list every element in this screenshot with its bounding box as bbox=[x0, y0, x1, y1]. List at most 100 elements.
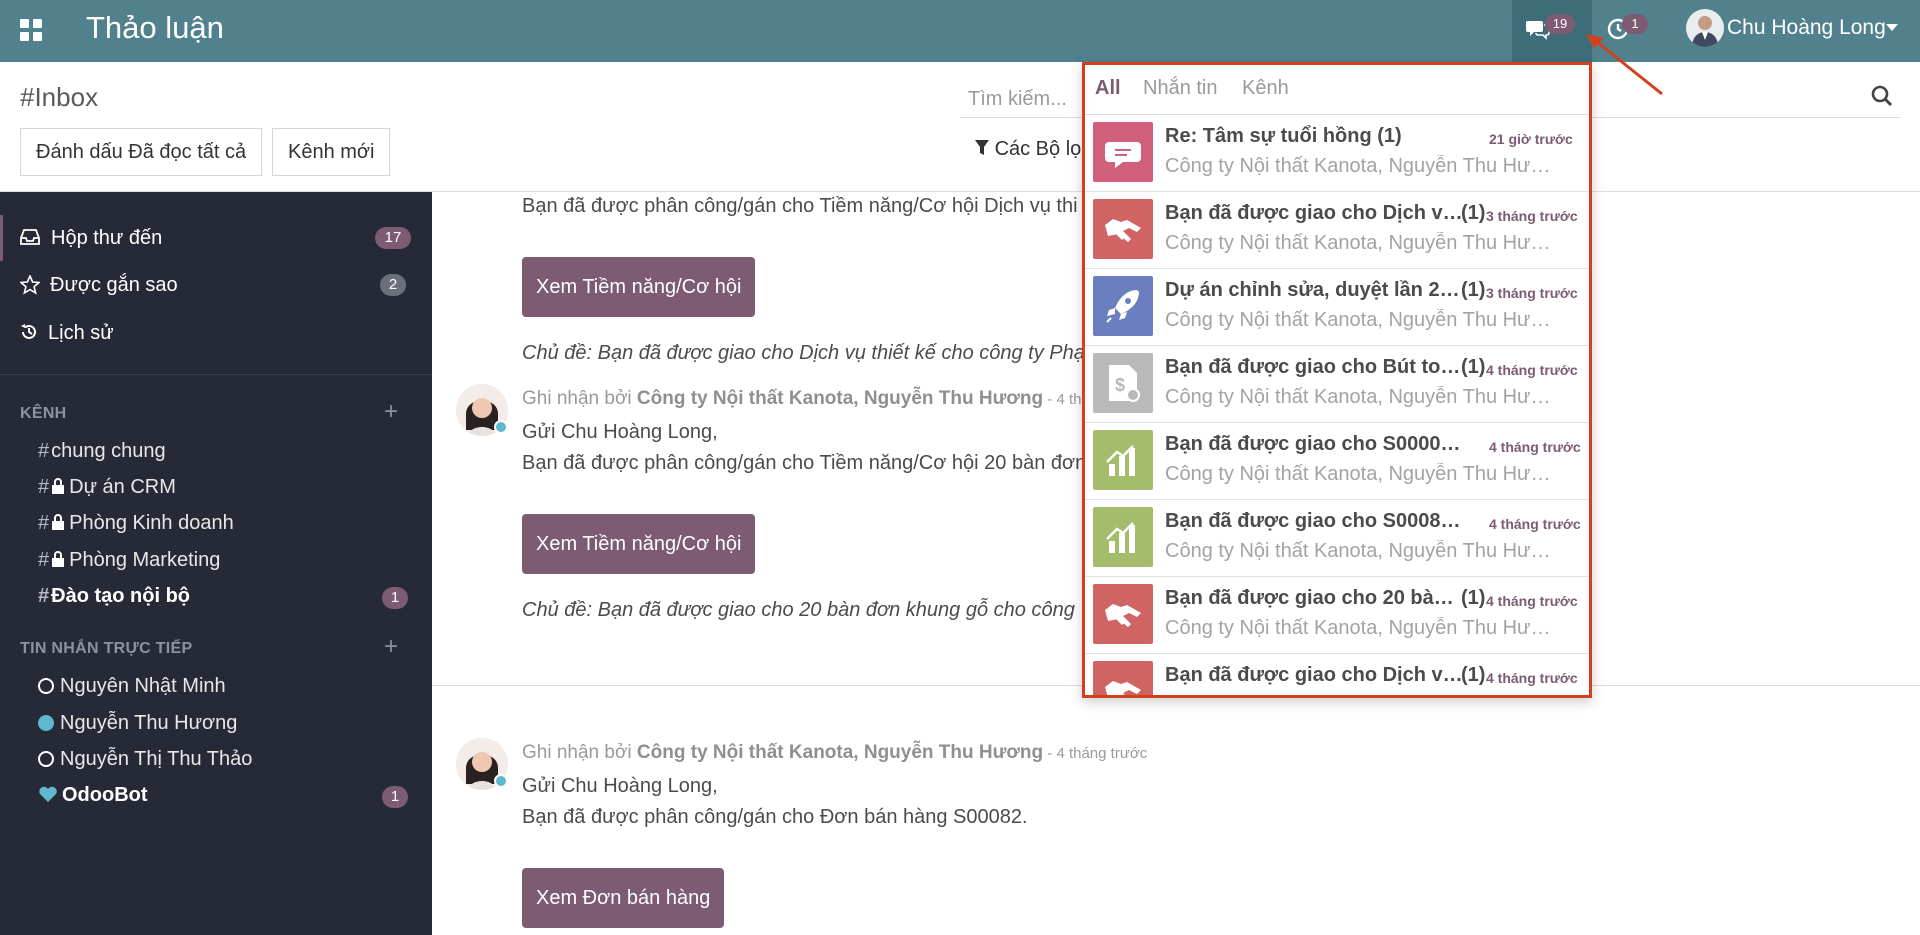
handshake-icon bbox=[1093, 584, 1153, 644]
sales-chart-icon bbox=[1093, 430, 1153, 490]
mark-all-read-button[interactable]: Đánh dấu Đã đọc tất cả bbox=[20, 128, 263, 176]
notification-item[interactable]: Bạn đã được giao cho Dịch vụ... (1) 4 thán… bbox=[1085, 654, 1589, 695]
star-icon bbox=[20, 275, 40, 295]
notification-count: (1) bbox=[1461, 356, 1486, 378]
notification-title: Bạn đã được giao cho S00008 (1) bbox=[1165, 433, 1465, 456]
sales-chart-icon bbox=[1093, 507, 1153, 567]
message-author-line: Ghi nhận bởi Công ty Nội thất Kanota, Ng… bbox=[522, 742, 1147, 764]
dm-label: OdooBot bbox=[62, 784, 148, 806]
sidebar-item-starred[interactable]: Được gắn sao 2 bbox=[0, 262, 432, 308]
messaging-dropdown: All Nhắn tin Kênh Re: Tâm sự tuổi hồng (… bbox=[1082, 62, 1592, 698]
notification-time: 4 tháng trước bbox=[1486, 593, 1578, 609]
sidebar-item-history[interactable]: Lịch sử bbox=[0, 310, 432, 356]
new-channel-button[interactable]: Kênh mới bbox=[272, 128, 391, 176]
svg-text:$: $ bbox=[1115, 375, 1125, 395]
inbox-count-badge: 17 bbox=[375, 227, 411, 249]
notification-item[interactable]: Bạn đã được giao cho 20 bàn ... (1) 4 thán… bbox=[1085, 577, 1589, 654]
dropdown-filter-tabs: All Nhắn tin Kênh bbox=[1085, 65, 1589, 115]
direct-message-item[interactable]: OdooBot bbox=[38, 784, 148, 807]
sidebar-item-inbox[interactable]: Hộp thư đến 17 bbox=[0, 215, 432, 261]
channel-label: Dự án CRM bbox=[69, 476, 176, 498]
channel-item[interactable]: # Đào tạo nội bộ bbox=[38, 585, 190, 608]
channel-item[interactable]: # Phòng Kinh doanh bbox=[38, 512, 234, 535]
message-author-line: Ghi nhận bởi Công ty Nội thất Kanota, Ng… bbox=[522, 388, 1081, 410]
notification-title: Bạn đã được giao cho 20 bàn ... bbox=[1165, 587, 1465, 610]
search-placeholder: Tìm kiếm... bbox=[968, 88, 1067, 110]
notification-preview: Công ty Nội thất Kanota, Nguyễn Thu Hươ.… bbox=[1165, 463, 1555, 485]
online-status-icon bbox=[494, 420, 508, 434]
notification-preview: Công ty Nội thất Kanota, Nguyễn Thu Hươ.… bbox=[1165, 386, 1555, 408]
direct-message-item[interactable]: Nguyễn Thu Hương bbox=[38, 712, 237, 735]
add-direct-message-icon[interactable]: + bbox=[384, 633, 398, 661]
notification-title: Re: Tâm sự tuổi hồng (1) bbox=[1165, 125, 1402, 148]
lock-icon bbox=[52, 551, 65, 567]
channel-item[interactable]: # Phòng Marketing bbox=[38, 549, 220, 572]
channel-unread-badge: 1 bbox=[382, 587, 408, 609]
tab-all[interactable]: All bbox=[1095, 77, 1121, 100]
notification-title: Bạn đã được giao cho S00082 (1) bbox=[1165, 510, 1465, 533]
dm-label: Nguyễn Thu Hương bbox=[60, 712, 238, 734]
sales-chart-icon-glyph bbox=[1106, 522, 1135, 553]
filters-button[interactable]: Các Bộ lọc bbox=[975, 138, 1091, 161]
message-greeting: Gửi Chu Hoàng Long, bbox=[522, 775, 718, 797]
hash-icon: # bbox=[38, 476, 50, 498]
notification-title-text: Dự án chỉnh sửa, duyệt lần 2: ... bbox=[1165, 279, 1465, 301]
view-sales-order-button[interactable]: Xem Đơn bán hàng bbox=[522, 868, 725, 928]
tab-channels[interactable]: Kênh bbox=[1242, 77, 1289, 100]
annotation-arrow bbox=[1586, 34, 1663, 96]
author-name[interactable]: Công ty Nội thất Kanota, Nguyễn Thu Hươn… bbox=[637, 742, 1043, 763]
user-avatar[interactable] bbox=[1686, 9, 1724, 47]
tab-messages[interactable]: Nhắn tin bbox=[1143, 77, 1218, 100]
author-name[interactable]: Công ty Nội thất Kanota, Nguyễn Thu Hươn… bbox=[637, 388, 1043, 409]
chat-icon-glyph bbox=[1105, 142, 1141, 168]
online-status-icon bbox=[494, 774, 508, 788]
notification-title: Bạn đã được giao cho Dịch vụ... bbox=[1165, 664, 1465, 687]
handshake-icon-glyph bbox=[1105, 604, 1141, 627]
view-opportunity-button[interactable]: Xem Tiềm năng/Cơ hội bbox=[522, 514, 756, 574]
invoice-icon-glyph: $ bbox=[1109, 365, 1140, 402]
user-name[interactable]: Chu Hoàng Long bbox=[1727, 16, 1886, 40]
notification-preview: Công ty Nội thất Kanota, Nguyễn Thu Hươ.… bbox=[1165, 540, 1555, 562]
notification-preview: Công ty Nội thất Kanota, Nguyễn Thu Hươ.… bbox=[1165, 232, 1555, 254]
app-title[interactable]: Thảo luận bbox=[86, 10, 224, 46]
direct-message-item[interactable]: Nguyên Nhật Minh bbox=[38, 675, 226, 698]
dm-unread-badge: 1 bbox=[382, 786, 408, 808]
handshake-icon bbox=[1093, 661, 1153, 695]
user-caret-icon[interactable] bbox=[1886, 24, 1898, 31]
notification-item[interactable]: Re: Tâm sự tuổi hồng (1) 21 giờ trước Công… bbox=[1085, 115, 1589, 192]
message-time: - 4 tháng trước bbox=[1043, 745, 1148, 762]
notification-time: 3 tháng trước bbox=[1486, 285, 1578, 301]
direct-messages-header[interactable]: TIN NHẮN TRỰC TIẾP bbox=[20, 640, 192, 658]
channel-label: Phòng Marketing bbox=[69, 549, 221, 571]
channel-item[interactable]: # chung chung bbox=[38, 440, 166, 463]
notification-item[interactable]: Bạn đã được giao cho S00082 (1) 4 tháng t… bbox=[1085, 500, 1589, 577]
channels-header[interactable]: KÊNH bbox=[20, 405, 67, 423]
direct-message-item[interactable]: Nguyễn Thị Thu Thảo bbox=[38, 748, 252, 771]
online-status-icon bbox=[38, 715, 54, 731]
add-channel-icon[interactable]: + bbox=[384, 398, 398, 426]
notification-title-text: Bạn đã được giao cho 20 bàn ... bbox=[1165, 587, 1465, 609]
inbox-icon bbox=[20, 229, 40, 245]
invoice-icon: $ bbox=[1093, 353, 1153, 413]
filter-icon bbox=[975, 140, 989, 155]
apps-menu-icon[interactable] bbox=[20, 19, 42, 41]
notification-time: 3 tháng trước bbox=[1486, 208, 1578, 224]
heart-icon bbox=[39, 786, 57, 802]
notification-item[interactable]: Bạn đã được giao cho S00008 (1) 4 tháng t… bbox=[1085, 423, 1589, 500]
notification-title: Dự án chỉnh sửa, duyệt lần 2: ... bbox=[1165, 279, 1465, 302]
handshake-icon-glyph bbox=[1105, 219, 1141, 242]
notification-item[interactable]: Dự án chỉnh sửa, duyệt lần 2: ... (1) 3 th… bbox=[1085, 269, 1589, 346]
channel-item[interactable]: # Dự án CRM bbox=[38, 476, 176, 499]
history-icon bbox=[21, 324, 36, 339]
notification-time: 4 tháng trước bbox=[1486, 670, 1578, 686]
search-icon[interactable] bbox=[1870, 84, 1894, 108]
hash-icon: # bbox=[38, 440, 50, 462]
notification-item[interactable]: Bạn đã được giao cho Dịch vụ... (1) 3 thán… bbox=[1085, 192, 1589, 269]
notification-item[interactable]: $ Bạn đã được giao cho Bút toá... (1) 4 thá… bbox=[1085, 346, 1589, 423]
hash-icon: # bbox=[38, 549, 50, 571]
notification-title: Bạn đã được giao cho Bút toá... bbox=[1165, 356, 1465, 379]
view-opportunity-button[interactable]: Xem Tiềm năng/Cơ hội bbox=[522, 257, 756, 317]
notification-title: Bạn đã được giao cho Dịch vụ... bbox=[1165, 202, 1465, 225]
notification-count: (1) bbox=[1461, 664, 1486, 686]
rocket-icon bbox=[1093, 276, 1153, 336]
